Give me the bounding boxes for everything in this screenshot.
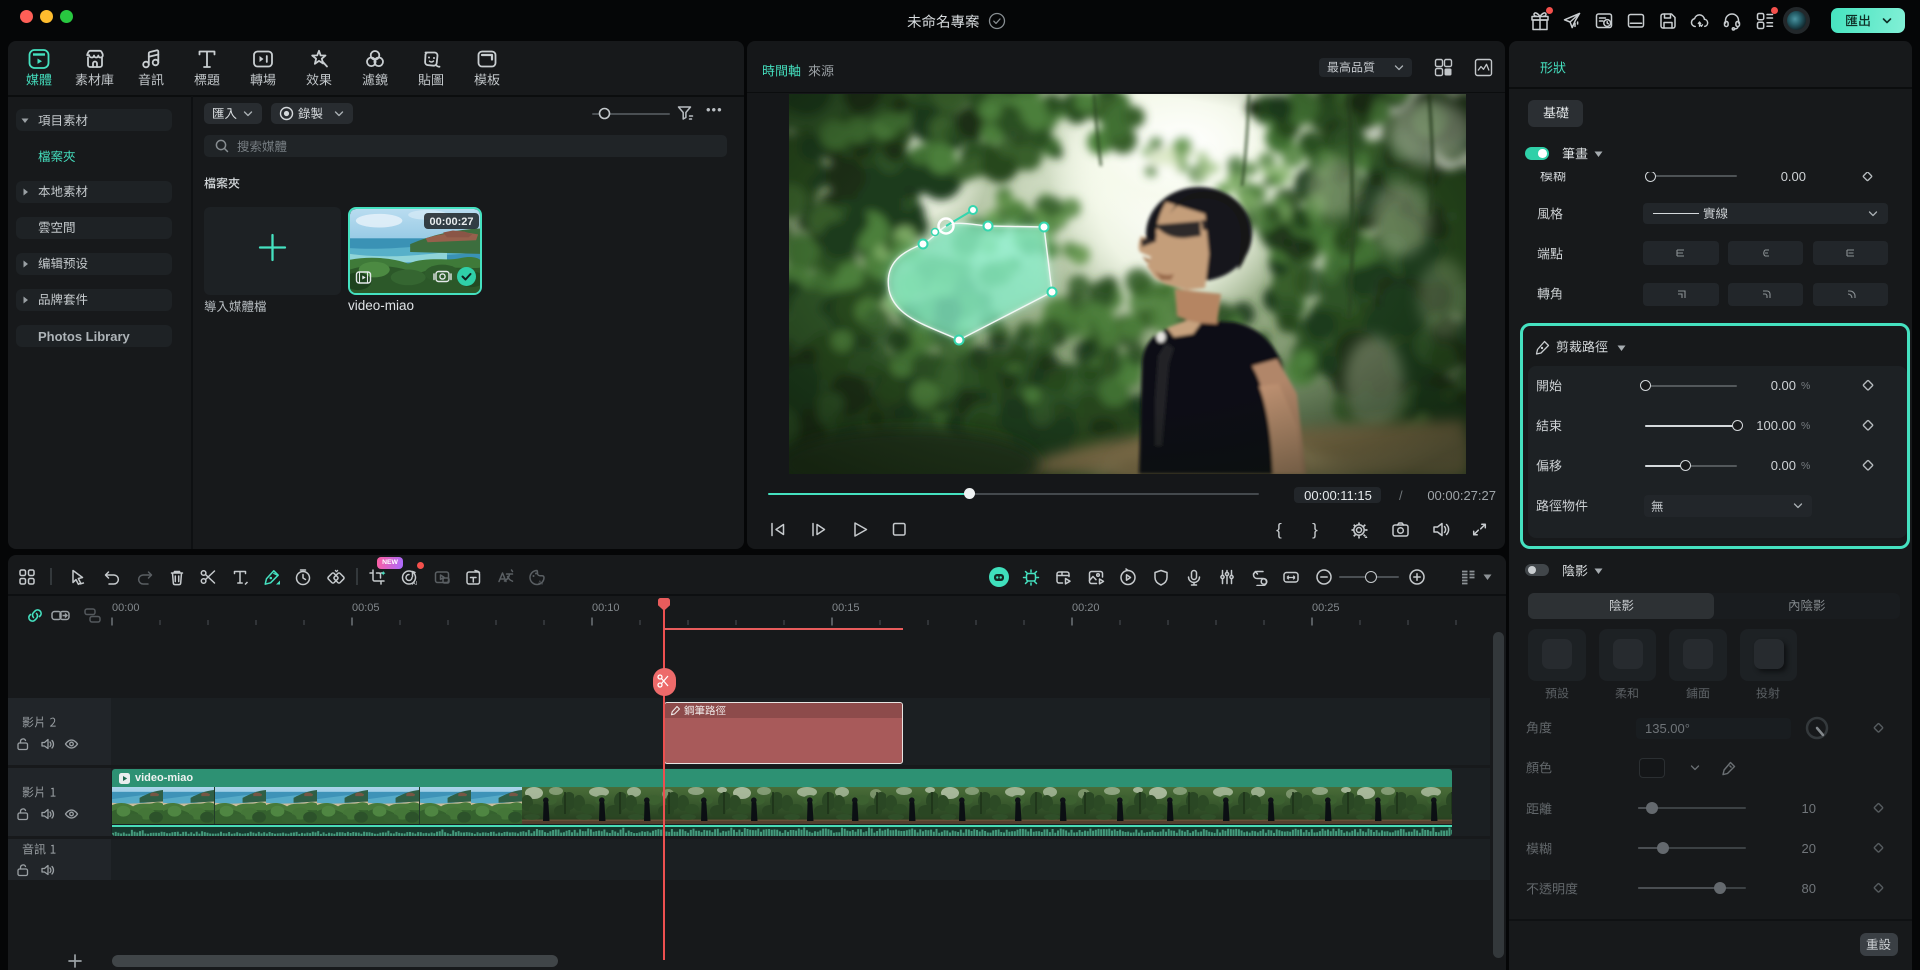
svg-text:AI: AI — [538, 581, 544, 587]
svg-text:AI: AI — [412, 581, 418, 586]
